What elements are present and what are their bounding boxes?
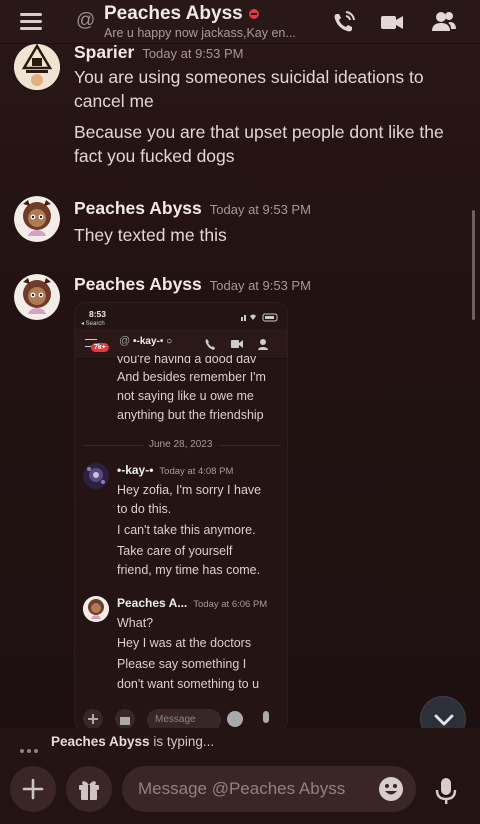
image-attachment[interactable]: 8:53 ◂ Search 7k+ @ •-kay-• ○ you're hav… xyxy=(74,302,288,732)
custom-status: Are u happy now jackass,Kay en... xyxy=(104,26,296,40)
microphone-icon[interactable] xyxy=(428,773,464,809)
date-divider: June 28, 2023 xyxy=(149,439,213,450)
embedded-text: to do this. xyxy=(117,502,172,516)
plus-icon xyxy=(22,778,44,800)
embedded-plus-button xyxy=(83,709,103,729)
divider xyxy=(83,445,143,446)
embedded-text: And besides remember I'm xyxy=(117,370,266,384)
emoji-icon[interactable] xyxy=(378,776,404,802)
embedded-text: Hey I was at the doctors xyxy=(117,636,252,650)
channel-header: @ Peaches Abyss Are u happy now jackass,… xyxy=(0,0,480,44)
typing-indicator: Peaches Abyss is typing... xyxy=(0,728,480,756)
embedded-author: •-kay-• xyxy=(117,463,154,477)
status-time: 8:53 xyxy=(89,309,107,319)
message-timestamp: Today at 9:53 PM xyxy=(209,202,311,217)
message-text: They texted me this xyxy=(74,225,227,245)
menu-icon[interactable] xyxy=(20,13,42,30)
divider xyxy=(219,445,281,446)
channel-name: Peaches Abyss xyxy=(104,3,243,24)
message-author[interactable]: Peaches Abyss xyxy=(74,198,202,218)
embedded-text: Take care of yourself xyxy=(117,544,233,558)
avatar xyxy=(83,463,109,489)
gift-icon xyxy=(79,781,99,800)
avatar xyxy=(83,596,109,622)
back-search-label: ◂ Search xyxy=(81,321,105,327)
embedded-text: What? xyxy=(117,616,154,630)
at-icon: @ xyxy=(119,335,131,347)
embedded-emoji-icon xyxy=(227,711,243,727)
cut-off-text: you're having a good day xyxy=(117,355,257,363)
add-attachment-button[interactable] xyxy=(10,766,56,812)
embedded-timestamp: Today at 6:06 PM xyxy=(193,599,268,610)
scrollbar[interactable] xyxy=(472,210,475,320)
voice-call-icon[interactable] xyxy=(330,8,358,36)
channel-title-area[interactable]: Peaches Abyss Are u happy now jackass,Ka… xyxy=(104,3,296,40)
embedded-text: Please say something I xyxy=(117,657,247,671)
message-text: You are using someones suicidal ideation… xyxy=(74,67,424,87)
embedded-text: don't want something to u xyxy=(117,677,260,691)
message-timestamp: Today at 9:53 PM xyxy=(209,278,311,293)
message-input-placeholder: Message @Peaches Abyss xyxy=(138,779,346,798)
embedded-text: anything but the friendship xyxy=(117,408,264,422)
dm-name: •-kay-• ○ xyxy=(133,336,173,347)
embedded-author: Peaches A... xyxy=(117,596,188,610)
typing-suffix: is typing... xyxy=(153,734,215,749)
embedded-mic-icon xyxy=(263,711,269,723)
video-call-icon[interactable] xyxy=(378,8,406,36)
unread-badge: 7k+ xyxy=(91,343,109,352)
embedded-text: not saying like u owe me xyxy=(117,389,254,403)
avatar[interactable] xyxy=(14,274,60,320)
message-author[interactable]: Sparier xyxy=(74,44,134,62)
message-text: fact you fucked dogs xyxy=(74,146,235,166)
gift-button[interactable] xyxy=(66,766,112,812)
message-author[interactable]: Peaches Abyss xyxy=(74,274,202,294)
members-icon[interactable] xyxy=(430,8,458,36)
avatar[interactable] xyxy=(14,196,60,242)
message-input[interactable]: Message @Peaches Abyss xyxy=(122,766,416,812)
embedded-text: friend, my time has come. xyxy=(117,563,261,577)
avatar[interactable] xyxy=(14,44,60,90)
call-video-members-icons xyxy=(205,339,268,350)
message-text: cancel me xyxy=(74,91,154,111)
message-timestamp: Today at 9:53 PM xyxy=(142,46,244,61)
status-indicators-icon xyxy=(241,313,278,322)
embedded-timestamp: Today at 4:08 PM xyxy=(159,466,234,477)
message-text: Because you are that upset people dont l… xyxy=(74,122,444,142)
embedded-gift-icon xyxy=(115,709,135,729)
embedded-text: I can't take this anymore. xyxy=(117,523,256,537)
message-feed[interactable]: Sparier Today at 9:53 PM You are using so… xyxy=(0,44,480,744)
typing-user: Peaches Abyss xyxy=(51,734,150,749)
at-icon: @ xyxy=(76,10,96,31)
embedded-text: Hey zofia, I'm sorry I have xyxy=(117,483,262,497)
dnd-status-icon xyxy=(248,9,259,19)
message-composer: Message @Peaches Abyss xyxy=(0,756,480,824)
